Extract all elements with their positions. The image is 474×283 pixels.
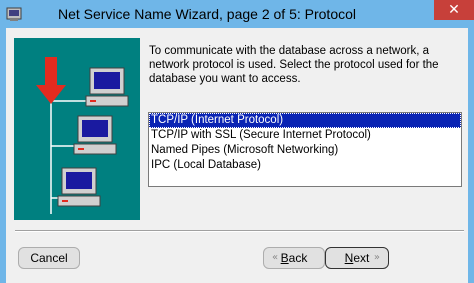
- next-button[interactable]: Next »: [325, 247, 389, 269]
- list-item[interactable]: IPC (Local Database): [149, 158, 461, 173]
- separator: [15, 230, 464, 232]
- protocol-listbox[interactable]: TCP/IP (Internet Protocol) TCP/IP with S…: [148, 112, 462, 187]
- cancel-button[interactable]: Cancel: [18, 247, 80, 269]
- back-chevron-icon: «: [272, 252, 279, 263]
- cancel-button-label: Cancel: [30, 251, 68, 265]
- window-title: Net Service Name Wizard, page 2 of 5: Pr…: [57, 6, 357, 22]
- close-icon[interactable]: ✕: [434, 0, 474, 20]
- app-icon: [6, 7, 22, 21]
- computer-icon: [73, 115, 117, 155]
- network-illustration: [14, 38, 140, 220]
- next-label: ext: [353, 251, 370, 265]
- back-label: ack: [288, 251, 308, 265]
- back-button[interactable]: « Back: [263, 247, 325, 269]
- list-item[interactable]: TCP/IP with SSL (Secure Internet Protoco…: [149, 128, 461, 143]
- computer-icon: [57, 167, 101, 207]
- list-item[interactable]: Named Pipes (Microsoft Networking): [149, 143, 461, 158]
- next-chevron-icon: »: [373, 252, 380, 263]
- computer-icon: [85, 67, 129, 107]
- title-bar[interactable]: Net Service Name Wizard, page 2 of 5: Pr…: [0, 0, 474, 28]
- back-mnemonic: B: [280, 251, 289, 265]
- list-item[interactable]: TCP/IP (Internet Protocol): [149, 113, 461, 128]
- intro-text: To communicate with the database across …: [149, 45, 439, 85]
